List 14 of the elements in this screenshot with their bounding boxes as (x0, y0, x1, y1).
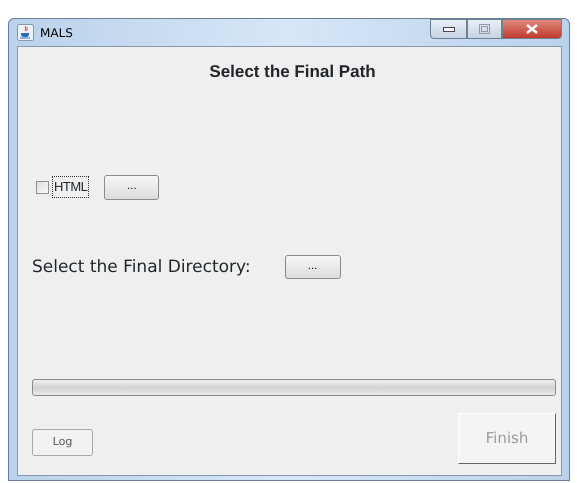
dialog-heading: Select the Final Path (208, 61, 377, 83)
directory-label: Select the Final Directory: (32, 256, 251, 278)
checkbox-label[interactable]: HTML (53, 177, 88, 197)
log-button[interactable]: Log (32, 429, 93, 456)
browse-button[interactable]: ... (284, 255, 341, 280)
html-checkbox[interactable] (36, 180, 49, 194)
minimize-icon (442, 26, 454, 32)
close-button[interactable] (502, 19, 562, 39)
maximize-icon (479, 24, 490, 34)
cup-icon (17, 24, 34, 41)
browse-button[interactable]: ... (104, 174, 160, 200)
minimize-button[interactable] (430, 19, 467, 39)
close-icon (526, 24, 538, 34)
window-title: MALS (40, 24, 73, 42)
